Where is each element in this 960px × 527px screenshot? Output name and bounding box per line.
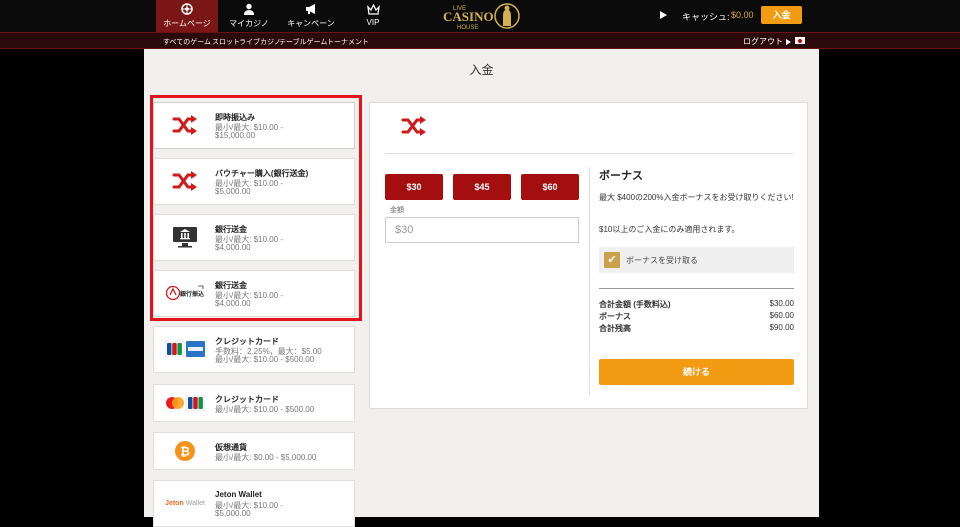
logout-link[interactable]: ログアウト [743,36,783,47]
mastercard-jcb-icon [164,389,206,417]
jcb-amex-icon [164,335,206,363]
user-icon [218,0,280,18]
highlight-box [150,95,362,321]
summary-label: ボーナス [599,312,631,321]
bonus-checkbox-row[interactable]: ✔ ボーナスを受け取る [599,247,794,273]
bitcoin-icon: ₿ [164,437,206,465]
live-casino-house-logo[interactable]: LIVE CASINO HOUSE [441,1,521,31]
amount-input[interactable]: $30 [385,217,579,243]
method-name: 仮想通貨 [215,443,247,452]
nav-vip[interactable]: VIP [342,0,404,32]
bonus-note: $10以上のご入金にのみ適用されます。 [599,225,740,234]
play-icon[interactable] [660,11,667,19]
summary-value: $60.00 [769,311,794,320]
subnav-table-games[interactable]: テーブルゲーム [279,37,327,47]
subnav-slots[interactable]: スロット [212,37,240,47]
megaphone-icon [280,0,342,18]
crown-icon [342,0,404,18]
amount-30-button[interactable]: $30 [385,174,443,200]
divider [385,153,793,154]
continue-button[interactable]: 続ける [599,359,794,385]
method-limit: 最小/最大: $10.00 - $500.00 [215,405,315,414]
method-name: クレジットカード [215,337,279,346]
japan-flag-icon[interactable] [795,37,805,44]
subnav-all-games[interactable]: すべてのゲーム [163,37,211,47]
summary-label: 合計金額 (手数料込) [599,300,671,309]
nav-campaign-label: キャンペーン [287,19,335,28]
method-credit-card-jcb-amex[interactable]: クレジットカード 手数料：2.25%，最大：$5.00 最小/最大: $10.0… [153,326,355,373]
top-bar: ホームページ マイカジノ キャンペーン VIP LIVE CASINO HOUS… [0,0,960,32]
svg-text:₿: ₿ [180,445,190,459]
cash-label: キャッシュ: [682,12,730,22]
summary-bonus-row: ボーナス $60.00 [599,311,794,322]
jeton-logo-text: Jeton [165,499,184,507]
method-limit: 最小/最大: $0.00 - $5,000.00 [215,453,317,462]
bonus-description: 最大 $400の200%入金ボーナスをお受け取りください! [599,193,794,202]
logo-casino-text: CASINO [443,9,494,24]
summary-label: 合計残高 [599,324,631,333]
jeton-logo-text: Wallet [185,499,205,507]
header-deposit-button[interactable]: 入金 [761,6,802,24]
method-name: Jeton Wallet [215,490,262,499]
summary-divider [599,288,794,289]
deposit-panel: $30 $45 $60 金額 $30 ボーナス 最大 $400の200%入金ボー… [369,102,808,409]
logo-house-text: HOUSE [457,25,478,31]
amount-60-button[interactable]: $60 [521,174,579,200]
method-credit-card-master-jcb[interactable]: クレジットカード 最小/最大: $10.00 - $500.00 [153,384,355,422]
sub-nav: すべてのゲーム スロット ライブカジノ テーブルゲーム トーナメント ログアウト [0,32,960,49]
method-limit: $5,000.00 [215,509,251,518]
nav-vip-label: VIP [366,18,380,27]
jeton-logo-icon: Jeton Wallet [164,489,206,517]
roulette-icon [156,0,218,18]
vertical-divider [589,167,590,395]
cash-value: $0.00 [731,10,754,20]
method-limit: 最小/最大: $10.00 - $500.00 [215,355,315,364]
nav-my-casino[interactable]: マイカジノ [218,0,280,32]
page-title: 入金 [469,63,494,77]
summary-total-row: 合計金額 (手数料込) $30.00 [599,299,794,310]
method-crypto[interactable]: ₿ 仮想通貨 最小/最大: $0.00 - $5,000.00 [153,432,355,470]
arrow-right-icon [786,39,791,45]
checkmark-icon[interactable]: ✔ [604,252,620,268]
summary-value: $30.00 [769,299,794,308]
bonus-title: ボーナス [599,170,643,182]
bonus-checkbox-label: ボーナスを受け取る [626,256,698,265]
nav-campaign[interactable]: キャンペーン [280,0,342,32]
amount-45-button[interactable]: $45 [453,174,511,200]
subnav-live-casino[interactable]: ライブカジノ [239,37,281,47]
subnav-tournament[interactable]: トーナメント [327,37,369,47]
method-jeton-wallet[interactable]: Jeton Wallet Jeton Wallet 最小/最大: $10.00 -… [153,480,355,527]
summary-value: $90.00 [769,323,794,332]
method-name: クレジットカード [215,395,279,404]
nav-home-label: ホームページ [163,19,211,28]
amount-label: 金額 [390,207,404,214]
summary-balance-row: 合計残高 $90.00 [599,323,794,334]
nav-my-casino-label: マイカジノ [229,19,269,28]
nav-home[interactable]: ホームページ [156,0,218,32]
shuffle-icon [401,116,431,140]
